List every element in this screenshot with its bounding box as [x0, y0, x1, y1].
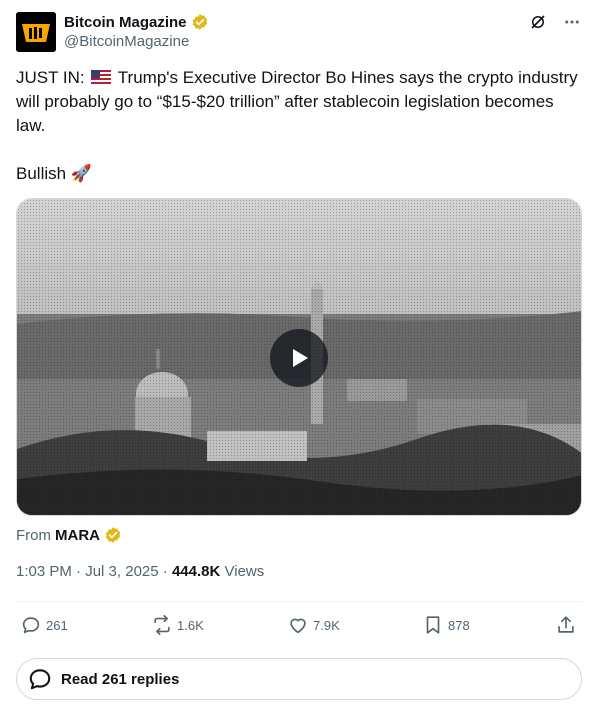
repost-button[interactable]: 1.6K: [151, 614, 204, 636]
play-button[interactable]: [270, 329, 328, 387]
video-player[interactable]: [16, 198, 582, 516]
read-replies-label: Read 261 replies: [61, 670, 180, 688]
bitcoin-magazine-logo-icon: [16, 12, 56, 52]
like-count: 7.9K: [313, 617, 340, 633]
more-options-icon[interactable]: [562, 12, 582, 32]
tweet-text: JUST IN: Trump's Executive Director Bo H…: [16, 66, 582, 186]
reply-count: 261: [46, 617, 68, 633]
grok-icon[interactable]: [528, 12, 548, 32]
tweet-prefix: JUST IN:: [16, 68, 85, 87]
action-bar: 261 1.6K 7.9K 878: [16, 608, 582, 642]
rocket-icon: 🚀: [70, 164, 92, 183]
avatar[interactable]: [16, 12, 56, 52]
media-source-prefix: From: [16, 526, 51, 544]
tweet-bullish: Bullish: [16, 164, 67, 183]
verified-badge-icon: [192, 14, 207, 30]
share-button[interactable]: [555, 614, 577, 636]
author-name[interactable]: Bitcoin Magazine: [64, 14, 187, 31]
like-button[interactable]: 7.9K: [287, 614, 340, 636]
verified-badge-icon: [105, 527, 121, 543]
heart-icon: [290, 618, 306, 634]
views-label: Views: [224, 563, 265, 580]
share-icon: [558, 616, 574, 633]
divider: [16, 601, 582, 602]
reply-button[interactable]: 261: [20, 614, 68, 636]
bookmark-button[interactable]: 878: [422, 614, 470, 636]
author-handle[interactable]: @BitcoinMagazine: [64, 33, 189, 50]
play-icon: [293, 349, 308, 367]
reply-icon: [29, 669, 51, 690]
tweet-time[interactable]: 1:03 PM: [16, 563, 72, 580]
tweet-date[interactable]: Jul 3, 2025: [85, 563, 158, 580]
tweet-meta: 1:03 PM · Jul 3, 2025 · 444.8K Views: [16, 563, 265, 580]
repost-count: 1.6K: [177, 617, 204, 633]
repost-icon: [154, 615, 170, 635]
media-source-name[interactable]: MARA: [55, 527, 100, 544]
read-replies-button[interactable]: Read 261 replies: [16, 658, 582, 700]
media-source: From MARA: [16, 526, 122, 544]
bookmark-count: 878: [448, 617, 470, 633]
bookmark-icon: [426, 616, 440, 634]
us-flag-icon: [91, 70, 112, 84]
views-count: 444.8K: [171, 563, 221, 580]
reply-icon: [22, 617, 40, 634]
